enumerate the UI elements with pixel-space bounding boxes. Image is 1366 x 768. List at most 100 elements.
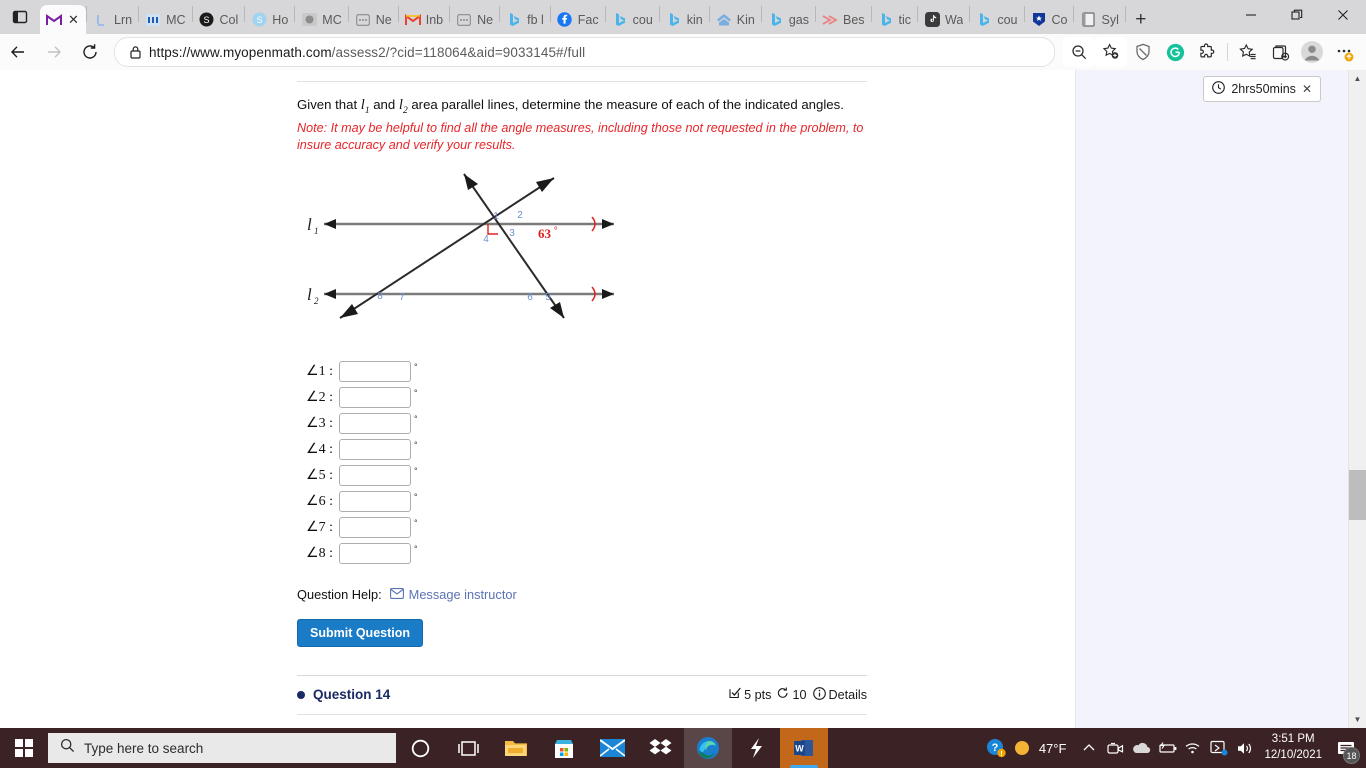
tab-bestbuy[interactable]: Bes — [816, 5, 871, 34]
help-question-icon[interactable]: ?! — [983, 728, 1009, 768]
taskbar-search[interactable]: Type here to search — [48, 733, 396, 763]
battery-icon[interactable] — [1154, 728, 1180, 768]
angle-3-input[interactable] — [339, 413, 411, 435]
attempts-group: 10 — [777, 687, 807, 702]
word-icon[interactable]: W — [780, 728, 828, 768]
tab-mcgraw-1[interactable]: MC — [139, 5, 191, 34]
tab-close-icon[interactable]: ✕ — [67, 12, 80, 27]
favorites-icon[interactable] — [1232, 37, 1264, 67]
collections-icon[interactable] — [1264, 37, 1296, 67]
timer-close-icon[interactable]: ✕ — [1302, 82, 1312, 96]
tab-title: Kin — [736, 12, 755, 27]
snagit-icon[interactable] — [732, 728, 780, 768]
grammarly-icon[interactable] — [1159, 37, 1191, 67]
skype-icon: S — [199, 12, 215, 28]
tab-bing-cou-2[interactable]: cou — [970, 5, 1023, 34]
camera-icon[interactable] — [1102, 728, 1128, 768]
tab-bing-kin[interactable]: kin — [660, 5, 709, 34]
tab-bing-tic[interactable]: tic — [872, 5, 918, 34]
info-icon — [812, 686, 826, 703]
timer-chip[interactable]: 2hrs50mins ✕ — [1203, 76, 1321, 102]
answer-row-7: ∠7 : ° — [297, 515, 867, 541]
svg-text:W: W — [795, 744, 804, 754]
prompt-prefix: Given that — [297, 97, 361, 112]
angle-2-input[interactable] — [339, 387, 411, 409]
add-favorite-icon[interactable] — [1095, 37, 1127, 67]
volume-icon[interactable] — [1232, 728, 1258, 768]
tab-facebook[interactable]: Fac — [551, 5, 605, 34]
tab-mcgraw-2[interactable]: MC — [295, 5, 347, 34]
show-hidden-icons-icon[interactable] — [1076, 728, 1102, 768]
profile-icon[interactable] — [1296, 37, 1328, 67]
taskbar-clock[interactable]: 3:51 PM 12/10/2021 — [1264, 732, 1322, 763]
tab-news-2[interactable]: Ne — [450, 5, 499, 34]
restore-button[interactable] — [1274, 0, 1320, 30]
onedrive-icon[interactable] — [1128, 728, 1154, 768]
toolbar-divider — [1227, 43, 1228, 61]
tab-gmail-inbox[interactable]: Inb — [399, 5, 449, 34]
new-tab-button[interactable]: + — [1126, 5, 1156, 34]
points-group: 5 pts — [729, 687, 771, 702]
scrollbar-thumb[interactable] — [1349, 470, 1366, 520]
more-options-icon[interactable] — [1328, 37, 1360, 67]
tab-bing-fb[interactable]: fb l — [500, 5, 550, 34]
zoom-out-icon[interactable] — [1063, 37, 1095, 67]
tab-syllabus[interactable]: Syl — [1074, 5, 1124, 34]
minimize-button[interactable] — [1228, 0, 1274, 30]
angle-8-input[interactable] — [339, 543, 411, 565]
answer-row-6: ∠6 : ° — [297, 489, 867, 515]
cortana-icon[interactable] — [396, 728, 444, 768]
angle-6-input[interactable] — [339, 491, 411, 513]
display-icon[interactable] — [1206, 728, 1232, 768]
address-bar[interactable]: https://www.myopenmath.com/assess2/?cid=… — [114, 37, 1055, 67]
tab-bing-cou-1[interactable]: cou — [606, 5, 659, 34]
tab-course-shield[interactable]: Co — [1025, 5, 1074, 34]
question-14-meta: 5 pts 10 Details — [729, 686, 868, 703]
tab-gmail-active[interactable]: ✕ — [40, 5, 86, 34]
svg-text:S: S — [204, 15, 210, 25]
notification-center-button[interactable]: 18 — [1330, 728, 1362, 768]
reload-button[interactable] — [72, 36, 108, 68]
tab-title: Col — [219, 12, 239, 27]
question-14-details: Details — [828, 687, 868, 702]
task-view-icon[interactable] — [444, 728, 492, 768]
tab-bing-gas[interactable]: gas — [762, 5, 815, 34]
submit-question-button[interactable]: Submit Question — [297, 618, 423, 647]
message-instructor-link[interactable]: Message instructor — [389, 587, 517, 602]
tab-skype-col[interactable]: S Col — [193, 5, 245, 34]
angle-7-input[interactable] — [339, 517, 411, 539]
file-explorer-icon[interactable] — [492, 728, 540, 768]
start-button[interactable] — [0, 728, 48, 768]
tab-lrn[interactable]: Lrn — [87, 5, 138, 34]
tab-title: MC — [166, 12, 186, 27]
answer-row-8: ∠8 : ° — [297, 541, 867, 567]
angle-5-input[interactable] — [339, 465, 411, 487]
close-button[interactable] — [1320, 0, 1366, 30]
microsoft-store-icon[interactable] — [540, 728, 588, 768]
back-button[interactable] — [0, 36, 36, 68]
angle-4-input[interactable] — [339, 439, 411, 461]
adblock-shield-icon[interactable] — [1127, 37, 1159, 67]
tab-skype-ho[interactable]: S Ho — [245, 5, 294, 34]
scroll-down-arrow[interactable]: ▼ — [1349, 711, 1366, 728]
page-scrollbar[interactable]: ▲ ▼ — [1348, 70, 1366, 728]
weather-sun-icon[interactable] — [1009, 728, 1035, 768]
tab-news-1[interactable]: Ne — [349, 5, 398, 34]
dropbox-icon[interactable] — [636, 728, 684, 768]
angle-1-input[interactable] — [339, 361, 411, 383]
weather-temperature[interactable]: 47°F — [1039, 741, 1067, 756]
tab-tiktok[interactable]: Wa — [918, 5, 969, 34]
details-group[interactable]: Details — [812, 686, 868, 703]
angle-7-label: ∠7 : — [306, 520, 333, 536]
wifi-icon[interactable] — [1180, 728, 1206, 768]
timer-label: 2hrs50mins — [1231, 82, 1296, 96]
tab-zillow-kin[interactable]: Kin — [710, 5, 761, 34]
extensions-icon[interactable] — [1191, 37, 1223, 67]
retry-icon — [777, 687, 789, 702]
tab-actions-button[interactable] — [0, 0, 40, 34]
scroll-up-arrow[interactable]: ▲ — [1349, 70, 1366, 87]
question-status-dot — [297, 690, 305, 699]
mail-icon[interactable] — [588, 728, 636, 768]
edge-icon[interactable] — [684, 728, 732, 768]
forward-button[interactable] — [36, 36, 72, 68]
